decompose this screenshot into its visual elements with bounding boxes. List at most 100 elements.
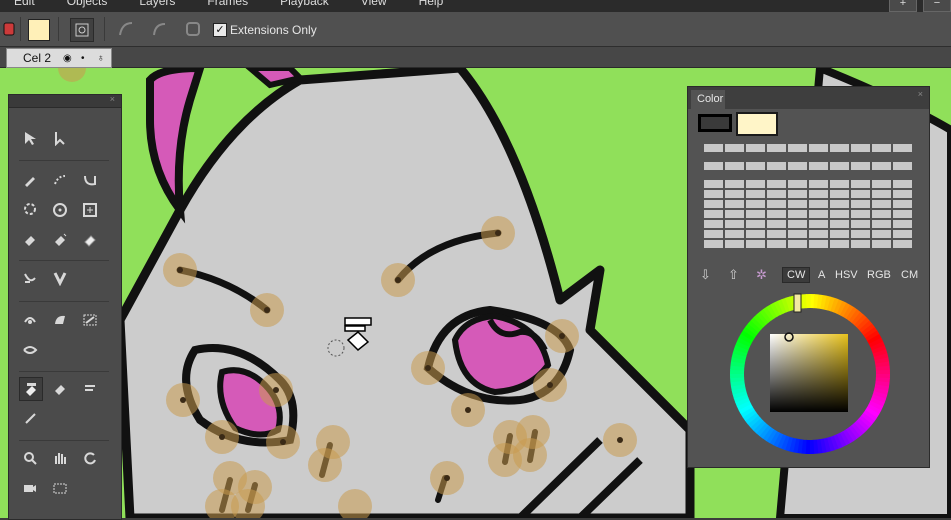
palette-swatch[interactable] bbox=[851, 144, 870, 152]
palette-swatch[interactable] bbox=[851, 230, 870, 238]
envelope-icon[interactable] bbox=[79, 309, 101, 331]
curve-icon[interactable] bbox=[149, 18, 171, 40]
palette-swatch[interactable] bbox=[788, 240, 807, 248]
add-button[interactable]: + bbox=[889, 0, 917, 12]
perspective-icon[interactable] bbox=[19, 267, 41, 289]
palette-swatch[interactable] bbox=[809, 190, 828, 198]
menu-item-edit[interactable]: Edit bbox=[14, 0, 35, 8]
palette-swatch[interactable] bbox=[830, 240, 849, 248]
mode-a[interactable]: A bbox=[818, 269, 825, 281]
menu-item-help[interactable]: Help bbox=[419, 0, 444, 8]
palette-swatch[interactable] bbox=[746, 220, 765, 228]
palette-swatch[interactable] bbox=[872, 200, 891, 208]
palette-swatch[interactable] bbox=[704, 220, 723, 228]
palette-swatch[interactable] bbox=[788, 180, 807, 188]
mixer-icon[interactable]: ✲ bbox=[756, 267, 767, 283]
palette-swatch[interactable] bbox=[893, 162, 912, 170]
palette-swatch[interactable] bbox=[809, 230, 828, 238]
palette-swatch[interactable] bbox=[767, 190, 786, 198]
palette-swatch[interactable] bbox=[767, 200, 786, 208]
palette-swatch[interactable] bbox=[872, 220, 891, 228]
rectangle-icon[interactable] bbox=[79, 199, 101, 221]
palette-swatch[interactable] bbox=[851, 240, 870, 248]
eye-icon[interactable]: ◉ bbox=[63, 53, 72, 64]
palette-swatch[interactable] bbox=[725, 162, 744, 170]
palette-swatch[interactable] bbox=[872, 144, 891, 152]
transform-icon[interactable] bbox=[19, 309, 41, 331]
palette-swatch[interactable] bbox=[893, 230, 912, 238]
palette-swatch[interactable] bbox=[788, 230, 807, 238]
palette-swatch[interactable] bbox=[872, 190, 891, 198]
palette-swatch[interactable] bbox=[746, 200, 765, 208]
palette-swatch[interactable] bbox=[725, 200, 744, 208]
palette-swatch[interactable] bbox=[872, 180, 891, 188]
mode-rgb[interactable]: RGB bbox=[867, 269, 891, 281]
close-gap-icon[interactable] bbox=[182, 18, 204, 40]
pencil-icon[interactable] bbox=[49, 169, 71, 191]
palette-swatch[interactable] bbox=[725, 220, 744, 228]
menu-item-playback[interactable]: Playback bbox=[280, 0, 329, 8]
palette-swatch[interactable] bbox=[725, 230, 744, 238]
palette-swatch[interactable] bbox=[851, 200, 870, 208]
extensions-only-checkbox[interactable]: ✓ bbox=[213, 23, 227, 37]
palette-swatch[interactable] bbox=[872, 162, 891, 170]
mode-cw[interactable]: CW bbox=[782, 267, 811, 283]
palette-swatch[interactable] bbox=[704, 144, 723, 152]
palette-swatch[interactable] bbox=[746, 144, 765, 152]
palette-swatch[interactable] bbox=[830, 230, 849, 238]
palette-swatch[interactable] bbox=[893, 144, 912, 152]
palette-swatch[interactable] bbox=[851, 162, 870, 170]
palette-swatch[interactable] bbox=[809, 180, 828, 188]
palette-swatch[interactable] bbox=[893, 190, 912, 198]
brush-icon[interactable] bbox=[19, 169, 41, 191]
color-wheel[interactable] bbox=[728, 292, 892, 456]
palette-swatch[interactable] bbox=[893, 210, 912, 218]
palette-swatch[interactable] bbox=[746, 240, 765, 248]
palette-swatch[interactable] bbox=[872, 230, 891, 238]
palette-swatch[interactable] bbox=[893, 240, 912, 248]
palette-swatch[interactable] bbox=[725, 240, 744, 248]
menu-item-view[interactable]: View bbox=[361, 0, 387, 8]
brush-tool-icon[interactable] bbox=[0, 18, 22, 40]
remove-button[interactable]: − bbox=[923, 0, 951, 12]
palette-swatch[interactable] bbox=[872, 240, 891, 248]
deform-icon[interactable] bbox=[49, 309, 71, 331]
palette-swatch[interactable] bbox=[851, 190, 870, 198]
polyline-icon[interactable] bbox=[79, 169, 101, 191]
palette-swatch[interactable] bbox=[704, 180, 723, 188]
import-palette-icon[interactable]: ⇩ bbox=[700, 267, 711, 283]
palette-swatch[interactable] bbox=[767, 230, 786, 238]
palette-swatch[interactable] bbox=[746, 162, 765, 170]
palette-swatch[interactable] bbox=[830, 144, 849, 152]
current-color-swatch[interactable] bbox=[736, 112, 778, 136]
palette-swatch[interactable] bbox=[788, 220, 807, 228]
hand-icon[interactable] bbox=[49, 447, 71, 469]
palette-swatch[interactable] bbox=[704, 210, 723, 218]
palette-swatch[interactable] bbox=[809, 162, 828, 170]
eraser-icon[interactable] bbox=[19, 229, 41, 251]
close-icon[interactable]: × bbox=[918, 89, 923, 99]
palette-swatch[interactable] bbox=[893, 200, 912, 208]
contour-icon[interactable] bbox=[115, 18, 137, 40]
palette-swatch[interactable] bbox=[788, 210, 807, 218]
palette-swatch[interactable] bbox=[893, 220, 912, 228]
stage-icon[interactable] bbox=[49, 477, 71, 499]
hue-handle[interactable] bbox=[793, 293, 802, 313]
palette-swatch[interactable] bbox=[809, 220, 828, 228]
palette-swatch[interactable] bbox=[725, 190, 744, 198]
palette-swatch[interactable] bbox=[830, 180, 849, 188]
lasso-icon[interactable] bbox=[19, 199, 41, 221]
palette-swatch[interactable] bbox=[767, 180, 786, 188]
morphing-icon[interactable] bbox=[49, 267, 71, 289]
paint-icon[interactable] bbox=[19, 377, 43, 401]
palette-swatch[interactable] bbox=[788, 200, 807, 208]
palette-swatch[interactable] bbox=[830, 162, 849, 170]
smooth-icon[interactable] bbox=[19, 339, 41, 361]
palette-swatch[interactable] bbox=[767, 144, 786, 152]
palette-swatch[interactable] bbox=[830, 210, 849, 218]
mode-hsv[interactable]: HSV bbox=[835, 269, 858, 281]
palette-swatch[interactable] bbox=[746, 210, 765, 218]
palette-swatch[interactable] bbox=[767, 220, 786, 228]
export-palette-icon[interactable]: ⇧ bbox=[728, 267, 739, 283]
camera-icon[interactable] bbox=[19, 477, 41, 499]
